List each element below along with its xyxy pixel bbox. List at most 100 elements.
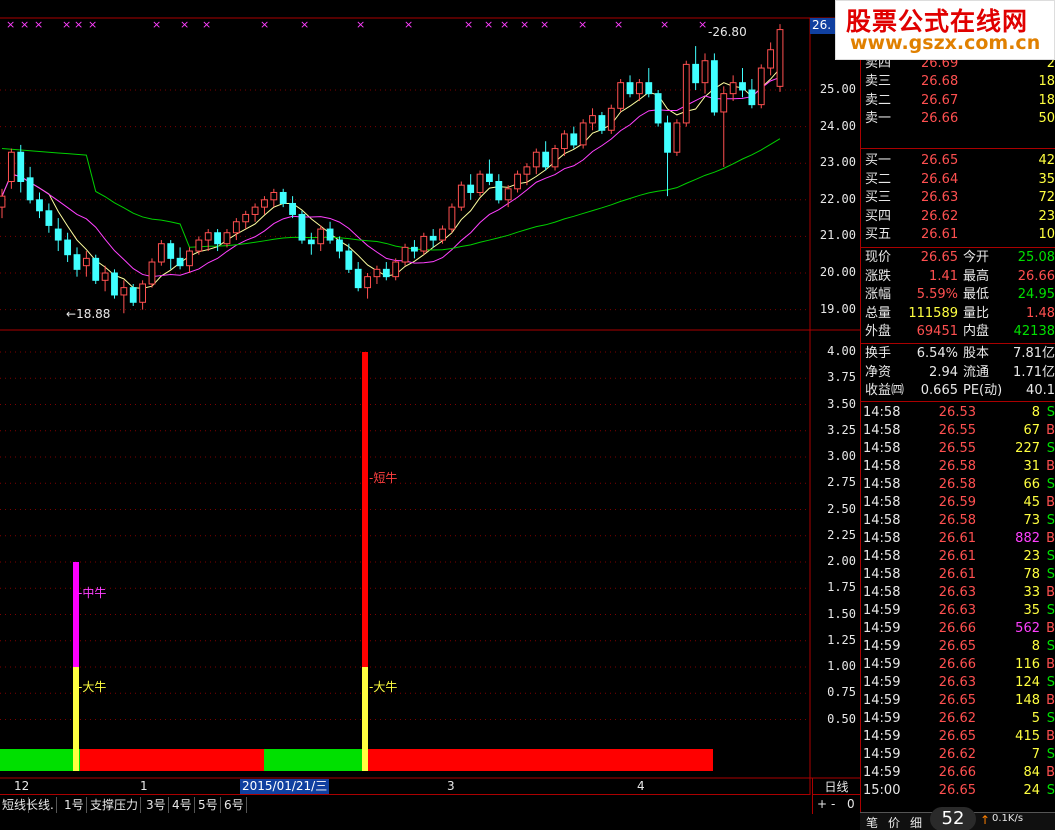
tab-6[interactable]: 6号 [222,797,247,813]
candle-down [64,239,72,256]
stat-value: 6.54% [916,346,958,361]
tick-row: 14:58 26.58 31 B [861,458,1055,476]
bid-label: 买二 [865,171,892,187]
tab-long-line[interactable]: 长线. [24,797,57,813]
tick-side: B [1046,531,1055,546]
ask-label: 卖二 [865,92,892,108]
tab-4[interactable]: 4号 [170,797,195,813]
bid-price: 26.63 [921,190,959,206]
bid-label: 买三 [865,190,892,206]
zoom-reset-button[interactable]: 0 [847,797,855,811]
tab-support-resistance[interactable]: 支撑压力 [88,797,142,813]
ask-volume: 18 [1038,92,1055,108]
candle-down [176,257,184,267]
candle-up [514,173,521,190]
zoom-out-button[interactable]: - [831,797,835,811]
tab-price[interactable]: 价 [888,814,900,830]
tick-row: 14:58 26.58 66 S [861,476,1055,494]
stat-value: 26.65 [920,250,958,265]
stat-label: 收益㈣ [865,383,905,399]
low-price-annotation: ←18.88 [66,307,111,321]
tab-5[interactable]: 5号 [196,797,221,813]
candle-up [392,261,400,278]
stat-value: 111589 [908,305,958,321]
tick-row: 14:59 26.62 5 S [861,710,1055,728]
candle-up [120,287,128,296]
stat-row: 涨幅 5.59% 最低 24.95 [861,286,1055,304]
bid-row: 买五 26.61 10 [861,226,1055,244]
tick-volume: 562 [1015,621,1040,636]
candle-down [26,177,34,201]
stat-row: 总量 111589 量比 1.48 [861,305,1055,323]
tick-price: 26.58 [938,459,976,474]
stat-label: 净资 [865,364,892,380]
indicator-tabs: 短线 长线. 1号 支撑压力 3号 4号 5号 6号 [0,794,810,814]
period-selector[interactable]: 日线 [812,778,860,794]
signal-x-marker: × [88,18,98,31]
tick-time: 15:00 [863,783,901,798]
cpu-percent: 52 [930,807,976,830]
tick-time: 14:58 [863,585,901,600]
high-price-annotation: -26.80 [708,25,747,39]
tick-side: S [1046,477,1055,492]
stat-value: 1.48 [1026,305,1055,321]
tick-time: 14:58 [863,423,901,438]
signal-x-marker: × [660,18,670,31]
tick-volume: 415 [1015,729,1040,744]
tick-volume: 227 [1015,441,1040,456]
tick-volume: 23 [1023,549,1040,564]
tick-time: 14:59 [863,747,901,762]
tick-row: 14:59 26.63 124 S [861,674,1055,692]
bid-price: 26.62 [921,208,959,224]
stat-row: 现价 26.65 今开 25.08 [861,249,1055,267]
candle-up [457,184,465,208]
candle-down [570,133,578,146]
tick-side: B [1046,585,1055,600]
stat-value: 7.81亿 [1013,346,1055,361]
tick-price: 26.59 [938,495,976,510]
tick-price: 26.66 [938,621,976,636]
tick-row: 14:59 26.62 7 S [861,746,1055,764]
trend-bar-red [80,749,264,771]
tab-1[interactable]: 1号 [62,797,87,813]
candle-up [551,148,559,168]
candle-up [242,213,250,223]
stat-value: 24.95 [1017,287,1055,303]
ma5-line [1,68,781,289]
stat-value: 1.41 [929,268,958,284]
ask-volume: 18 [1038,74,1055,90]
tab-3[interactable]: 3号 [144,797,169,813]
candle-down [307,239,315,245]
ask-price: 26.67 [921,92,959,108]
candle-down [692,63,700,84]
tick-row: 14:58 26.61 23 S [861,548,1055,566]
tick-volume: 31 [1023,459,1040,474]
bid-row: 买三 26.63 72 [861,189,1055,207]
tick-row: 14:59 26.66 84 B [861,764,1055,782]
candle-down [214,232,221,245]
bid-volume: 72 [1038,190,1055,206]
watermark-banner: 股票公式在线网 www.gszx.com.cn [835,0,1055,60]
price-tick-label: 19.00 [819,301,856,316]
stat-value: 40.1 [1026,383,1055,399]
bid-price: 26.65 [921,153,959,168]
candle-down [429,235,437,241]
status-bar: 笔 价 细 52 ↑ 0.1K/s [860,807,1055,830]
tab-trades[interactable]: 笔 [866,814,878,830]
candle-up [373,268,381,278]
candle-down [129,287,137,303]
candle-down [710,60,718,113]
indicator-tick-label: 3.75 [827,370,856,385]
zoom-in-button[interactable]: + [817,797,827,811]
panel-separator [861,401,1055,402]
bid-label: 买四 [865,208,892,224]
tick-volume: 35 [1023,603,1040,618]
stat-value: 26.66 [1017,268,1055,284]
quote-panel: 卖五26.7068卖四26.692卖三26.6818卖二26.6718卖一26.… [860,18,1055,813]
candle-down [486,173,493,182]
indicator-tick-label: 3.50 [827,396,856,411]
tab-detail[interactable]: 细 [910,814,922,830]
tick-row: 14:58 26.61 78 S [861,566,1055,584]
candle-up [617,82,625,109]
candle-down [626,82,634,95]
